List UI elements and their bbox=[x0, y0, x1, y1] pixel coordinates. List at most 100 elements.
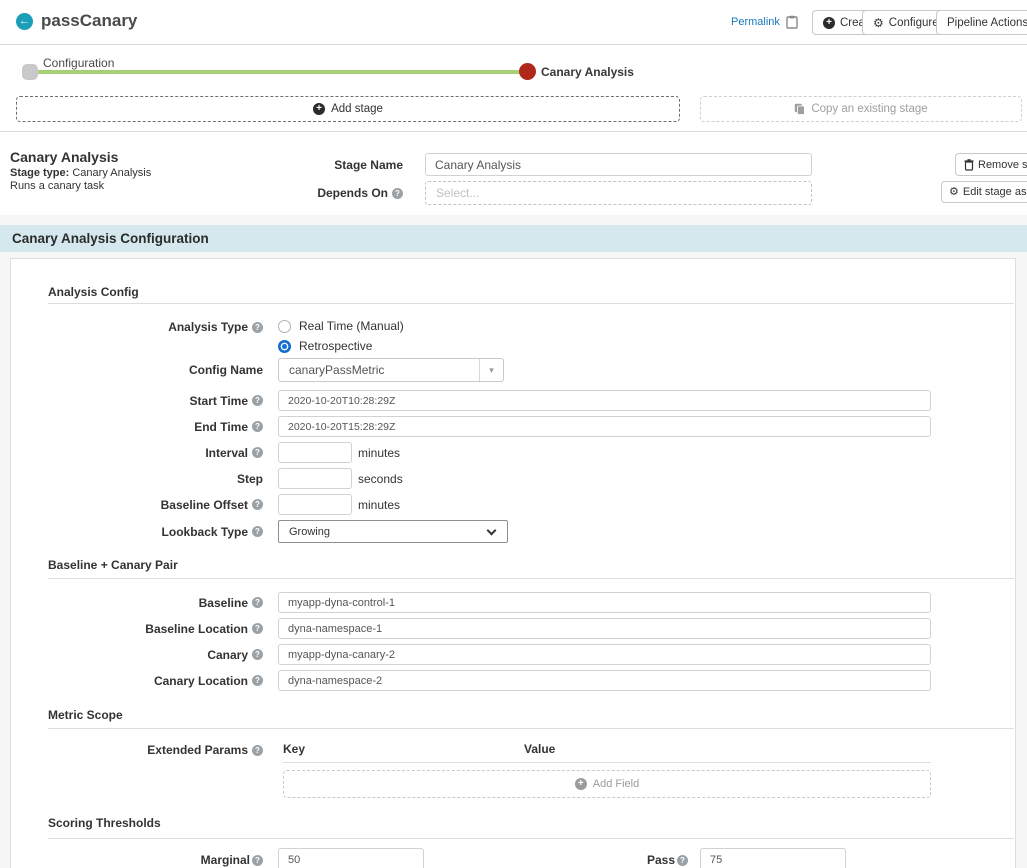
help-icon[interactable]: ? bbox=[252, 597, 263, 608]
lookback-type-select[interactable]: Growing bbox=[278, 520, 508, 543]
edit-stage-json-button[interactable]: ⚙ Edit stage as JSON bbox=[941, 181, 1027, 203]
analysis-type-option-retrospective[interactable]: Retrospective bbox=[278, 338, 372, 354]
pass-label: Pass ? bbox=[461, 848, 688, 868]
step-label: Step bbox=[11, 468, 263, 489]
clipboard-icon[interactable] bbox=[786, 15, 798, 29]
depends-on-label: Depends On ? bbox=[270, 181, 403, 205]
gear-icon: ⚙ bbox=[949, 187, 959, 198]
add-stage-button[interactable]: + Add stage bbox=[16, 96, 680, 122]
analysis-type-option-realtime[interactable]: Real Time (Manual) bbox=[278, 318, 404, 334]
pipeline-actions-button[interactable]: Pipeline Actions ▾ bbox=[936, 10, 1027, 35]
radio-unselected-icon[interactable] bbox=[278, 320, 291, 333]
interval-input[interactable] bbox=[278, 442, 352, 463]
canary-node-label: Canary Analysis bbox=[541, 65, 634, 79]
depends-on-placeholder: Select... bbox=[436, 186, 479, 200]
configuration-stage-node[interactable] bbox=[22, 64, 38, 80]
baseline-offset-label: Baseline Offset ? bbox=[11, 494, 263, 515]
start-time-label: Start Time ? bbox=[11, 390, 263, 411]
pipeline-actions-label: Pipeline Actions bbox=[947, 17, 1027, 29]
canary-config-section-title: Canary Analysis Configuration bbox=[12, 231, 209, 246]
plus-icon: + bbox=[575, 778, 587, 790]
canary-label: Canary ? bbox=[11, 644, 263, 665]
help-icon[interactable]: ? bbox=[252, 499, 263, 510]
key-column-header: Key bbox=[283, 742, 305, 756]
copy-existing-stage-button[interactable]: Copy an existing stage bbox=[700, 96, 1022, 122]
add-field-button[interactable]: + Add Field bbox=[283, 770, 931, 798]
step-input[interactable] bbox=[278, 468, 352, 489]
chevron-down-icon bbox=[487, 526, 497, 536]
canary-analysis-stage-node[interactable] bbox=[519, 63, 536, 80]
configure-button-label: Configure bbox=[889, 17, 939, 29]
config-name-select[interactable]: canaryPassMetric ▾ bbox=[278, 358, 504, 382]
stage-name-label: Stage Name bbox=[290, 153, 403, 176]
canary-config-section-bar: Canary Analysis Configuration bbox=[0, 225, 1027, 252]
plus-icon: + bbox=[313, 103, 325, 115]
baseline-offset-unit: minutes bbox=[358, 494, 400, 515]
back-icon[interactable]: ← bbox=[16, 13, 33, 30]
help-icon[interactable]: ? bbox=[252, 623, 263, 634]
radio-option-label: Retrospective bbox=[299, 339, 372, 353]
help-icon[interactable]: ? bbox=[252, 526, 263, 537]
scoring-thresholds-heading: Scoring Thresholds bbox=[48, 816, 161, 830]
marginal-label: Marginal ? bbox=[11, 848, 263, 868]
step-unit: seconds bbox=[358, 468, 403, 489]
dropdown-arrow-icon[interactable]: ▾ bbox=[479, 359, 503, 381]
end-time-label: End Time ? bbox=[11, 416, 263, 437]
divider bbox=[283, 762, 931, 763]
pass-input[interactable] bbox=[700, 848, 846, 868]
graph-edge bbox=[30, 70, 522, 74]
depends-on-select[interactable]: Select... bbox=[425, 181, 812, 205]
canary-input[interactable] bbox=[278, 644, 931, 665]
baseline-offset-input[interactable] bbox=[278, 494, 352, 515]
help-icon[interactable]: ? bbox=[252, 395, 263, 406]
config-name-label: Config Name bbox=[11, 358, 263, 382]
stage-description: Runs a canary task bbox=[10, 180, 104, 192]
help-icon[interactable]: ? bbox=[252, 745, 263, 756]
help-icon[interactable]: ? bbox=[252, 322, 263, 333]
header-bar: ← passCanary Permalink + Create ⚙ Config… bbox=[0, 0, 1027, 45]
configuration-node-label: Configuration bbox=[43, 56, 114, 70]
remove-stage-button[interactable]: Remove stage bbox=[955, 153, 1027, 176]
interval-unit: minutes bbox=[358, 442, 400, 463]
radio-option-label: Real Time (Manual) bbox=[299, 319, 404, 333]
stage-name-input[interactable] bbox=[425, 153, 812, 176]
config-name-value: canaryPassMetric bbox=[279, 363, 479, 377]
permalink-link[interactable]: Permalink bbox=[731, 16, 780, 28]
help-icon[interactable]: ? bbox=[392, 188, 403, 199]
divider bbox=[48, 838, 1014, 839]
canary-location-input[interactable] bbox=[278, 670, 931, 691]
stage-editor-title: Canary Analysis bbox=[10, 149, 118, 165]
divider bbox=[48, 728, 1014, 729]
metric-scope-heading: Metric Scope bbox=[48, 708, 123, 722]
add-field-label: Add Field bbox=[593, 778, 639, 790]
help-icon[interactable]: ? bbox=[677, 855, 688, 866]
canary-config-card: Analysis Config Analysis Type ? Real Tim… bbox=[10, 258, 1016, 868]
divider bbox=[48, 303, 1014, 304]
analysis-type-label: Analysis Type ? bbox=[11, 319, 263, 335]
baseline-label: Baseline ? bbox=[11, 592, 263, 613]
start-time-input[interactable] bbox=[278, 390, 931, 411]
end-time-input[interactable] bbox=[278, 416, 931, 437]
remove-stage-label: Remove stage bbox=[978, 159, 1027, 171]
help-icon[interactable]: ? bbox=[252, 675, 263, 686]
stage-graph-section: Configuration Canary Analysis + Add stag… bbox=[0, 45, 1027, 215]
lookback-type-label: Lookback Type ? bbox=[11, 520, 263, 543]
stage-type-value: Canary Analysis bbox=[72, 167, 151, 179]
help-icon[interactable]: ? bbox=[252, 649, 263, 660]
baseline-location-label: Baseline Location ? bbox=[11, 618, 263, 639]
baseline-input[interactable] bbox=[278, 592, 931, 613]
divider bbox=[0, 131, 1027, 132]
analysis-config-heading: Analysis Config bbox=[48, 285, 139, 299]
baseline-location-input[interactable] bbox=[278, 618, 931, 639]
help-icon[interactable]: ? bbox=[252, 855, 263, 866]
divider bbox=[48, 578, 1014, 579]
help-icon[interactable]: ? bbox=[252, 421, 263, 432]
stage-type-label: Stage type: bbox=[10, 167, 69, 179]
marginal-input[interactable] bbox=[278, 848, 424, 868]
radio-selected-icon[interactable] bbox=[278, 340, 291, 353]
canary-location-label: Canary Location ? bbox=[11, 670, 263, 691]
value-column-header: Value bbox=[524, 742, 555, 756]
help-icon[interactable]: ? bbox=[252, 447, 263, 458]
page-title: passCanary bbox=[41, 11, 137, 31]
copy-stage-label: Copy an existing stage bbox=[811, 103, 927, 115]
